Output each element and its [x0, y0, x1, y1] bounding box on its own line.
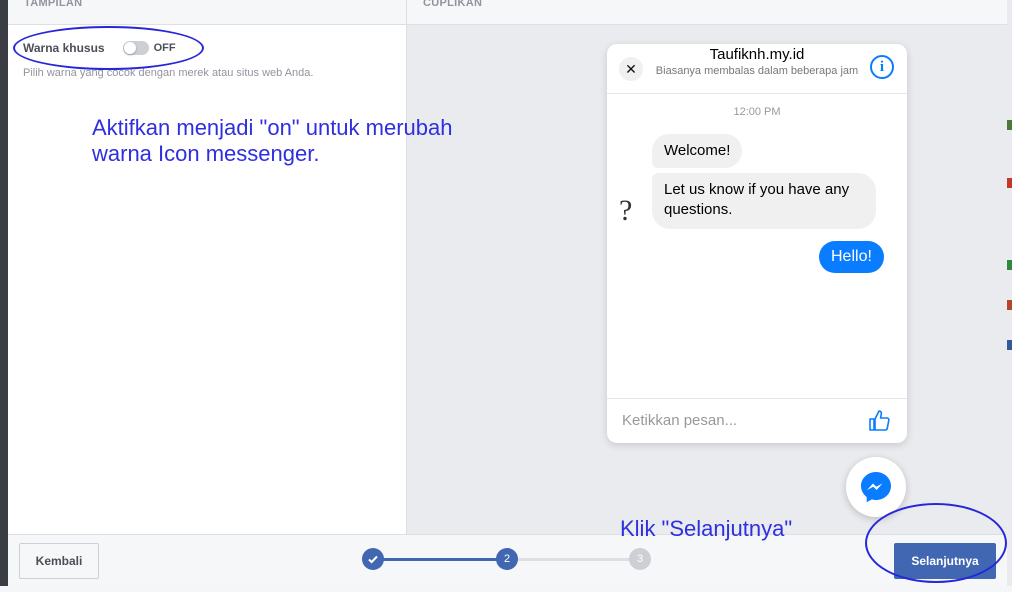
background-page-right — [1007, 0, 1012, 592]
chat-composer: Ketikkan pesan... — [607, 398, 907, 443]
chat-message-welcome: Welcome! — [652, 134, 743, 168]
check-icon — [368, 555, 378, 564]
highlight-circle-toggle — [13, 26, 204, 70]
chat-message-input[interactable]: Ketikkan pesan... — [622, 412, 737, 429]
like-icon[interactable] — [867, 409, 891, 438]
step-progress-done — [383, 558, 506, 561]
appearance-panel: TAMPILAN Warna khusus OFF Pilih warna ya… — [8, 0, 407, 534]
highlight-circle-next — [865, 503, 1007, 583]
background-page-bottom — [0, 586, 1012, 592]
appearance-panel-header: TAMPILAN — [8, 0, 406, 25]
info-icon[interactable]: i — [870, 55, 894, 79]
chat-header: ✕ Taufiknh.my.id Biasanya membalas dalam… — [607, 44, 907, 94]
close-icon[interactable]: ✕ — [619, 57, 643, 81]
annotation-click-next: Klik "Selanjutnya" — [620, 516, 793, 541]
chat-preview-window: ✕ Taufiknh.my.id Biasanya membalas dalam… — [607, 44, 907, 443]
background-page-left — [0, 0, 8, 592]
step-progress-remaining — [517, 558, 640, 561]
messenger-chat-button[interactable] — [846, 457, 906, 517]
annotation-enable-toggle: Aktifkan menjadi "on" untuk merubah warn… — [92, 115, 453, 167]
chat-response-time: Biasanya membalas dalam beberapa jam — [655, 65, 859, 77]
annotation-line-2: warna Icon messenger. — [92, 141, 320, 166]
step-3-pending: 3 — [629, 548, 651, 570]
page-avatar-icon: ? — [619, 194, 633, 227]
custom-color-description: Pilih warna yang cocok dengan merek atau… — [23, 67, 314, 79]
chat-message-question: Let us know if you have any questions. — [652, 173, 876, 229]
messenger-icon — [861, 472, 891, 503]
preview-panel-title: CUPLIKAN — [423, 0, 483, 9]
dialog-footer: Kembali 2 3 Selanjutnya — [8, 534, 1007, 586]
step-2-current: 2 — [496, 548, 518, 570]
chat-page-name: Taufiknh.my.id — [709, 46, 805, 63]
back-button[interactable]: Kembali — [19, 543, 99, 579]
preview-panel-header: CUPLIKAN — [407, 0, 1007, 25]
chat-timestamp: 12:00 PM — [733, 106, 781, 118]
messenger-setup-dialog: TAMPILAN Warna khusus OFF Pilih warna ya… — [8, 0, 1007, 586]
chat-message-hello: Hello! — [819, 241, 884, 273]
step-1-complete — [362, 548, 384, 570]
annotation-line-1: Aktifkan menjadi "on" untuk merubah — [92, 115, 453, 140]
appearance-panel-title: TAMPILAN — [24, 0, 83, 9]
